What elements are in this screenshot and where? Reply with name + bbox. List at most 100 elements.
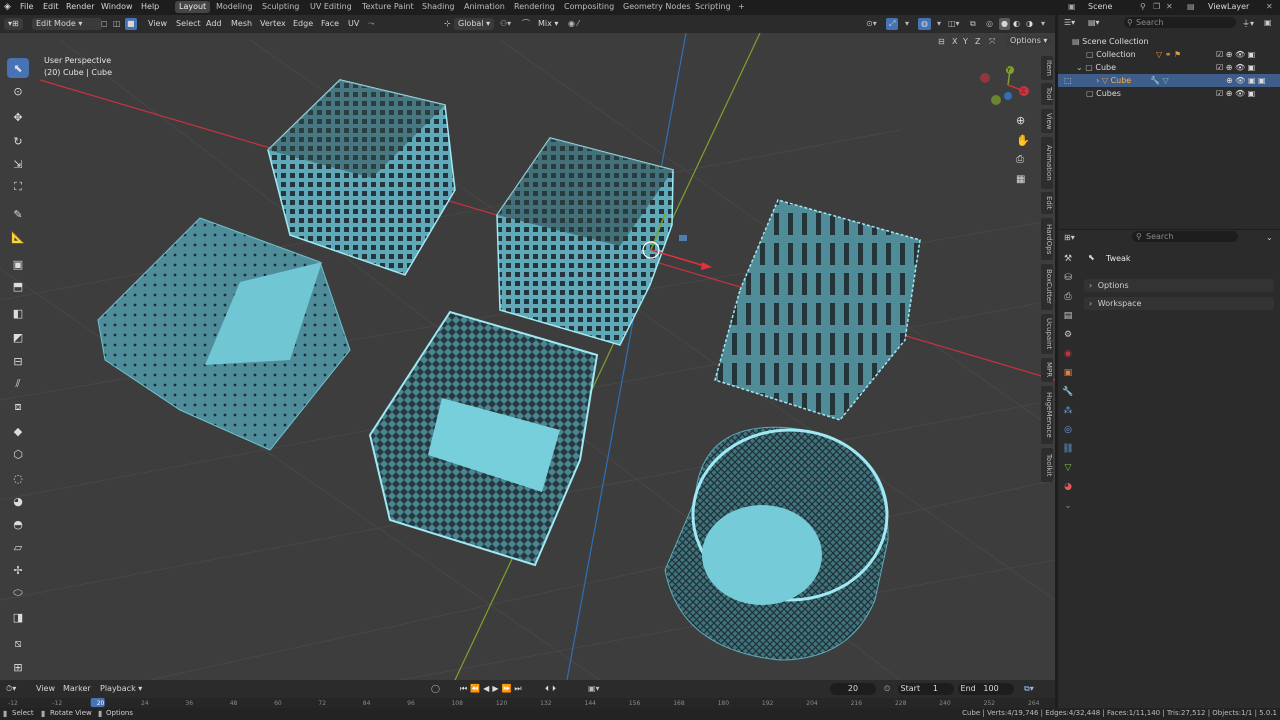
zoom-icon[interactable]: ⊕ [1016, 114, 1025, 127]
menu-window[interactable]: Window [101, 2, 133, 11]
modifier-tab-icon[interactable]: 🔧 [1060, 383, 1076, 402]
material-tab-icon[interactable]: ◕ [1060, 478, 1076, 497]
edge-select-icon[interactable]: ◫ [113, 18, 121, 30]
tab-geometry-nodes[interactable]: Geometry Nodes [619, 1, 694, 13]
playback-controls[interactable]: ⏮⏪◀▶⏩⏭ [460, 683, 525, 695]
tab-tool[interactable]: Tool [1041, 83, 1053, 105]
properties-search-input[interactable]: ⚲ Search [1132, 231, 1238, 242]
camera-view-icon[interactable]: ⎙ [1016, 154, 1024, 165]
perspective-toggle-icon[interactable]: ▦ [1016, 174, 1025, 185]
inset-tool-icon[interactable]: ◧ [7, 303, 29, 323]
outliner-editor-icon[interactable]: ☰▾ [1064, 18, 1075, 27]
to-sphere-tool-icon[interactable]: ✢ [7, 560, 29, 580]
rendered-shading-icon[interactable]: ◑ [1026, 18, 1033, 30]
navigation-gizmo[interactable]: Y X [980, 66, 1029, 105]
outliner-row-cubes[interactable]: ▢ Cubes ☑ ⊕ 👁 ▣ [1058, 87, 1280, 100]
face-select-icon[interactable]: ■ [125, 18, 137, 30]
properties-options-icon[interactable]: ⌄ [1266, 233, 1273, 242]
frame-ruler[interactable]: -12 -12 20 24 36 48 60 72 84 96 108 120 132 144 156 168… [0, 698, 1055, 708]
tab-hardops[interactable]: HardOps [1041, 218, 1053, 260]
outliner-row-scene-collection[interactable]: ▤ Scene Collection [1058, 35, 1280, 48]
filter-icon[interactable]: ⏚▾ [1242, 18, 1254, 29]
properties-editor-icon[interactable]: ⊞▾ [1064, 233, 1075, 242]
expand-chevron-icon[interactable]: › [1096, 74, 1099, 87]
tweak-tool-icon[interactable]: ⬉ [7, 58, 29, 78]
smooth-tool-icon[interactable]: ⬡ [7, 444, 29, 464]
rip-tool-icon[interactable]: ⬭ [7, 583, 29, 603]
transform-tool-icon[interactable]: ⛶ [7, 177, 29, 197]
copy-scene-icon[interactable]: ❐ [1153, 2, 1160, 11]
header-menu-select[interactable]: Select [176, 18, 201, 30]
viewport-canvas[interactable]: Y X [0, 33, 1055, 680]
constraints-tab-icon[interactable]: ⛓ [1060, 440, 1076, 459]
solid-shading-icon[interactable]: ● [999, 18, 1010, 30]
panel-workspace[interactable]: › Workspace [1084, 297, 1274, 310]
knife-tool-icon[interactable]: ⫽ [7, 374, 29, 394]
axis-x-toggle[interactable]: X [952, 37, 957, 46]
grid-cube-center[interactable] [496, 137, 674, 346]
timeline-view-icon[interactable]: ⧉▾ [1024, 683, 1034, 695]
orientation-icon[interactable]: ⊹ [444, 18, 451, 30]
orientation-dropdown[interactable]: Global ▾ [454, 18, 495, 30]
vertex-select-icon[interactable]: ◻ [101, 18, 108, 30]
new-collection-icon[interactable]: ▣ [1264, 18, 1272, 27]
tab-view[interactable]: View [1041, 109, 1053, 133]
row-toggle-icons[interactable]: ⊕ 👁 ▣ ▣ [1226, 74, 1266, 87]
row-toggle-icons[interactable]: ☑ ⊕ 👁 ▣ [1216, 48, 1255, 61]
physics-tab-icon[interactable]: ◎ [1060, 421, 1076, 440]
render-tab-icon[interactable]: ⛁ [1060, 269, 1076, 288]
auto-keying-icon[interactable]: ◯ [431, 683, 440, 695]
tab-toolkit[interactable]: Toolkit [1041, 448, 1053, 482]
measure-tool-icon[interactable]: 📐 [7, 227, 29, 247]
object-tab-icon[interactable]: ▣ [1060, 364, 1076, 383]
cursor-tool-icon[interactable]: ⊙ [7, 81, 29, 101]
slatted-cube[interactable] [714, 199, 921, 421]
tab-ucupaint[interactable]: Ucupaint [1041, 314, 1053, 354]
edge-slide-tool-icon[interactable]: ◕ [7, 491, 29, 511]
scale-tool-icon[interactable]: ⇲ [7, 154, 29, 174]
tool-tab-icon[interactable]: ⚒ [1060, 250, 1076, 269]
snap-icon[interactable]: ⌒ [522, 18, 530, 30]
mesh-overlay-icon[interactable]: ◫▾ [948, 18, 960, 30]
current-frame-field[interactable]: 20 [830, 683, 876, 695]
tab-sculpting[interactable]: Sculpting [258, 1, 303, 13]
scene-name[interactable]: Scene [1088, 2, 1112, 11]
tab-animation[interactable]: Animation [460, 1, 509, 13]
outliner-search-input[interactable]: ⚲ Search [1124, 17, 1236, 28]
perforated-cube[interactable] [97, 217, 351, 451]
outliner-row-cube-parent[interactable]: ⌄ ▢ Cube ☑ ⊕ 👁 ▣ [1058, 61, 1280, 74]
snap-mode-dropdown[interactable]: Mix ▾ [538, 18, 558, 30]
tab-mpr[interactable]: MPR [1041, 358, 1053, 382]
overlay-toggle-icon[interactable]: ◍ [918, 18, 931, 30]
close-viewlayer-icon[interactable]: ✕ [1266, 2, 1273, 11]
menu-help[interactable]: Help [141, 2, 159, 11]
rip-edge-tool-icon[interactable]: ◨ [7, 607, 29, 627]
overlay-dropdown-icon[interactable]: ▾ [937, 18, 941, 30]
header-menu-vertex[interactable]: Vertex [260, 18, 286, 30]
world-tab-icon[interactable]: ◉ [1060, 345, 1076, 364]
tab-layout[interactable]: Layout [175, 1, 211, 13]
preview-range-icon[interactable]: ⏲ [884, 683, 890, 695]
timeline-menu-view[interactable]: View [36, 683, 55, 695]
mirror-axis-icon[interactable]: ⊟ [938, 37, 945, 46]
header-menu-uv[interactable]: UV [348, 18, 359, 30]
row-toggle-icons[interactable]: ☑ ⊕ 👁 ▣ [1216, 61, 1255, 74]
woven-cylinder[interactable] [664, 426, 889, 661]
keyframe-jump-controls[interactable]: ⏴⏵ [545, 683, 559, 695]
editor-type-icon[interactable]: ▾⊞ [4, 18, 23, 30]
viewlayer-name[interactable]: ViewLayer [1208, 2, 1249, 11]
hardops-tool-icon[interactable]: ⊞ [7, 657, 29, 677]
woven-cube[interactable] [368, 310, 599, 567]
header-menu-add[interactable]: Add [206, 18, 222, 30]
bevel-tool-icon[interactable]: ◩ [7, 327, 29, 347]
tab-shading[interactable]: Shading [418, 1, 459, 13]
shading-dropdown-icon[interactable]: ▾ [1041, 18, 1045, 30]
timeline-menu-marker[interactable]: Marker [63, 683, 91, 695]
auto-merge-icon[interactable]: ⤧ [989, 37, 995, 47]
xray-icon[interactable]: ⧉ [970, 18, 976, 30]
header-menu-view[interactable]: View [148, 18, 167, 30]
gizmo-toggle-icon[interactable]: ⤢ [886, 18, 899, 30]
expand-chevron-icon[interactable]: ⌄ [1076, 61, 1083, 74]
options-dropdown[interactable]: Options ▾ [1006, 36, 1052, 45]
tab-boxcutter[interactable]: BoxCutter [1041, 264, 1053, 310]
